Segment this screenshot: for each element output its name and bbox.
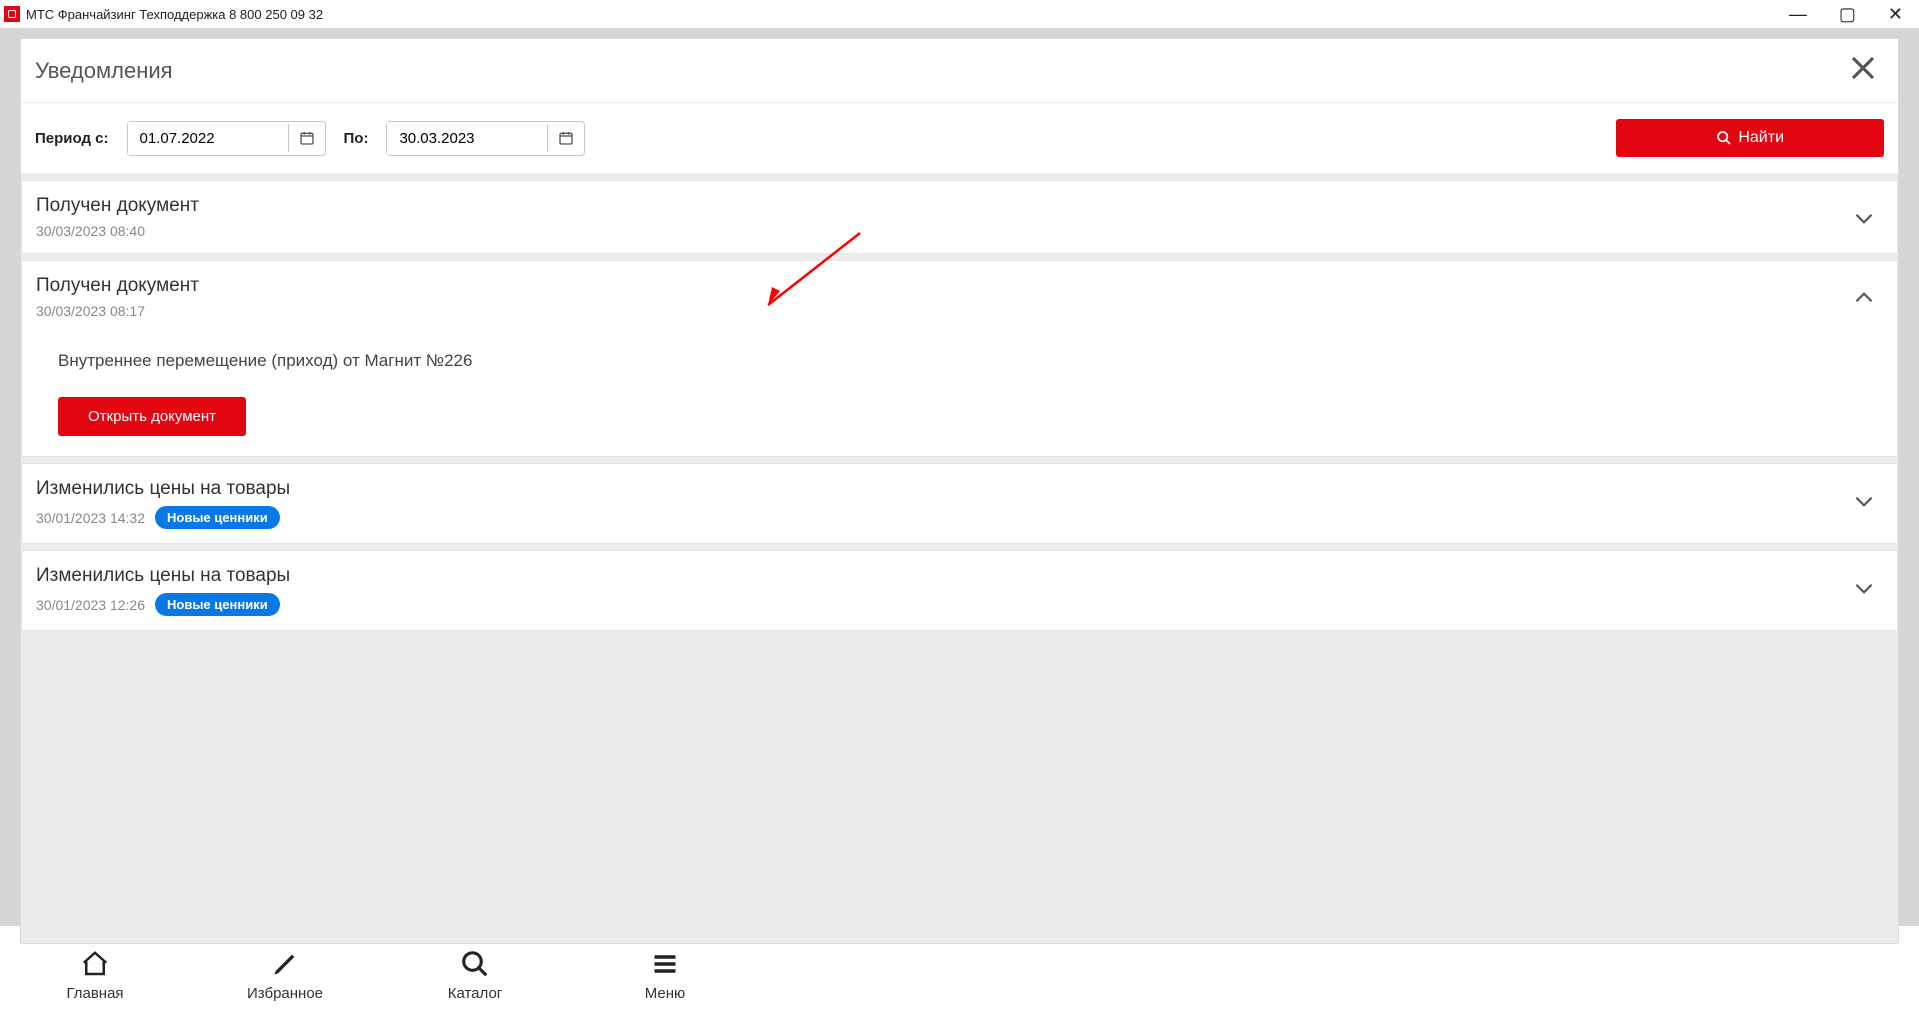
find-button[interactable]: Найти xyxy=(1616,119,1884,157)
nav-label: Главная xyxy=(66,985,123,1002)
window-maximize-button[interactable]: ▢ xyxy=(1839,4,1856,25)
date-from-field[interactable] xyxy=(127,121,326,156)
notification-title: Получен документ xyxy=(36,195,199,217)
period-to-label: По: xyxy=(344,130,369,147)
notification-title: Получен документ xyxy=(36,275,199,297)
pencil-icon xyxy=(270,949,300,979)
chevron-up-icon xyxy=(1851,285,1877,316)
window-minimize-button[interactable]: — xyxy=(1789,4,1807,25)
app-icon xyxy=(4,6,20,22)
notification-date: 30/01/2023 14:32 xyxy=(36,510,145,526)
notification-date: 30/01/2023 12:26 xyxy=(36,597,145,613)
window-titlebar: МТС Франчайзинг Техподдержка 8 800 250 0… xyxy=(0,0,1919,28)
search-icon xyxy=(460,949,490,979)
notification-date: 30/03/2023 08:17 xyxy=(36,303,145,319)
nav-label: Меню xyxy=(645,985,686,1002)
chevron-down-icon xyxy=(1851,205,1877,236)
window-close-button[interactable]: ✕ xyxy=(1888,4,1903,25)
notification-header[interactable]: Получен документ 30/03/2023 08:17 xyxy=(22,261,1897,333)
nav-label: Каталог xyxy=(448,985,503,1002)
period-from-label: Период с: xyxy=(35,130,109,147)
notification-card: Получен документ 30/03/2023 08:40 xyxy=(21,180,1898,254)
notification-body: Внутреннее перемещение (приход) от Магни… xyxy=(22,333,1897,456)
home-icon xyxy=(80,949,110,979)
modal-close-button[interactable] xyxy=(1848,53,1878,88)
notification-date: 30/03/2023 08:40 xyxy=(36,223,145,239)
notification-card: Получен документ 30/03/2023 08:17 Внутре… xyxy=(21,260,1898,457)
notification-title: Изменились цены на товары xyxy=(36,478,290,500)
notification-header[interactable]: Изменились цены на товары 30/01/2023 14:… xyxy=(22,464,1897,543)
date-to-field[interactable] xyxy=(386,121,585,156)
notifications-modal: Уведомления Период с: По: Найти xyxy=(20,38,1899,944)
filter-row: Период с: По: Найти xyxy=(21,103,1898,174)
search-icon xyxy=(1716,130,1732,146)
modal-title: Уведомления xyxy=(35,58,173,84)
badge-new-prices: Новые ценники xyxy=(155,506,280,529)
date-from-input[interactable] xyxy=(128,122,288,155)
chevron-down-icon xyxy=(1851,488,1877,519)
find-button-label: Найти xyxy=(1738,129,1784,147)
calendar-icon[interactable] xyxy=(288,124,325,152)
notification-body-text: Внутреннее перемещение (приход) от Магни… xyxy=(58,351,1883,371)
notifications-list[interactable]: Получен документ 30/03/2023 08:40 Получе… xyxy=(21,174,1898,943)
chevron-down-icon xyxy=(1851,575,1877,606)
badge-new-prices: Новые ценники xyxy=(155,593,280,616)
notification-title: Изменились цены на товары xyxy=(36,565,290,587)
date-to-input[interactable] xyxy=(387,122,547,155)
modal-header: Уведомления xyxy=(21,39,1898,103)
notification-header[interactable]: Изменились цены на товары 30/01/2023 12:… xyxy=(22,551,1897,630)
nav-label: Избранное xyxy=(247,985,323,1002)
open-document-button[interactable]: Открыть документ xyxy=(58,397,246,436)
menu-icon xyxy=(650,949,680,979)
calendar-icon[interactable] xyxy=(547,124,584,152)
notification-header[interactable]: Получен документ 30/03/2023 08:40 xyxy=(22,181,1897,253)
window-title: МТС Франчайзинг Техподдержка 8 800 250 0… xyxy=(26,7,323,22)
notification-card: Изменились цены на товары 30/01/2023 12:… xyxy=(21,550,1898,631)
notification-card: Изменились цены на товары 30/01/2023 14:… xyxy=(21,463,1898,544)
